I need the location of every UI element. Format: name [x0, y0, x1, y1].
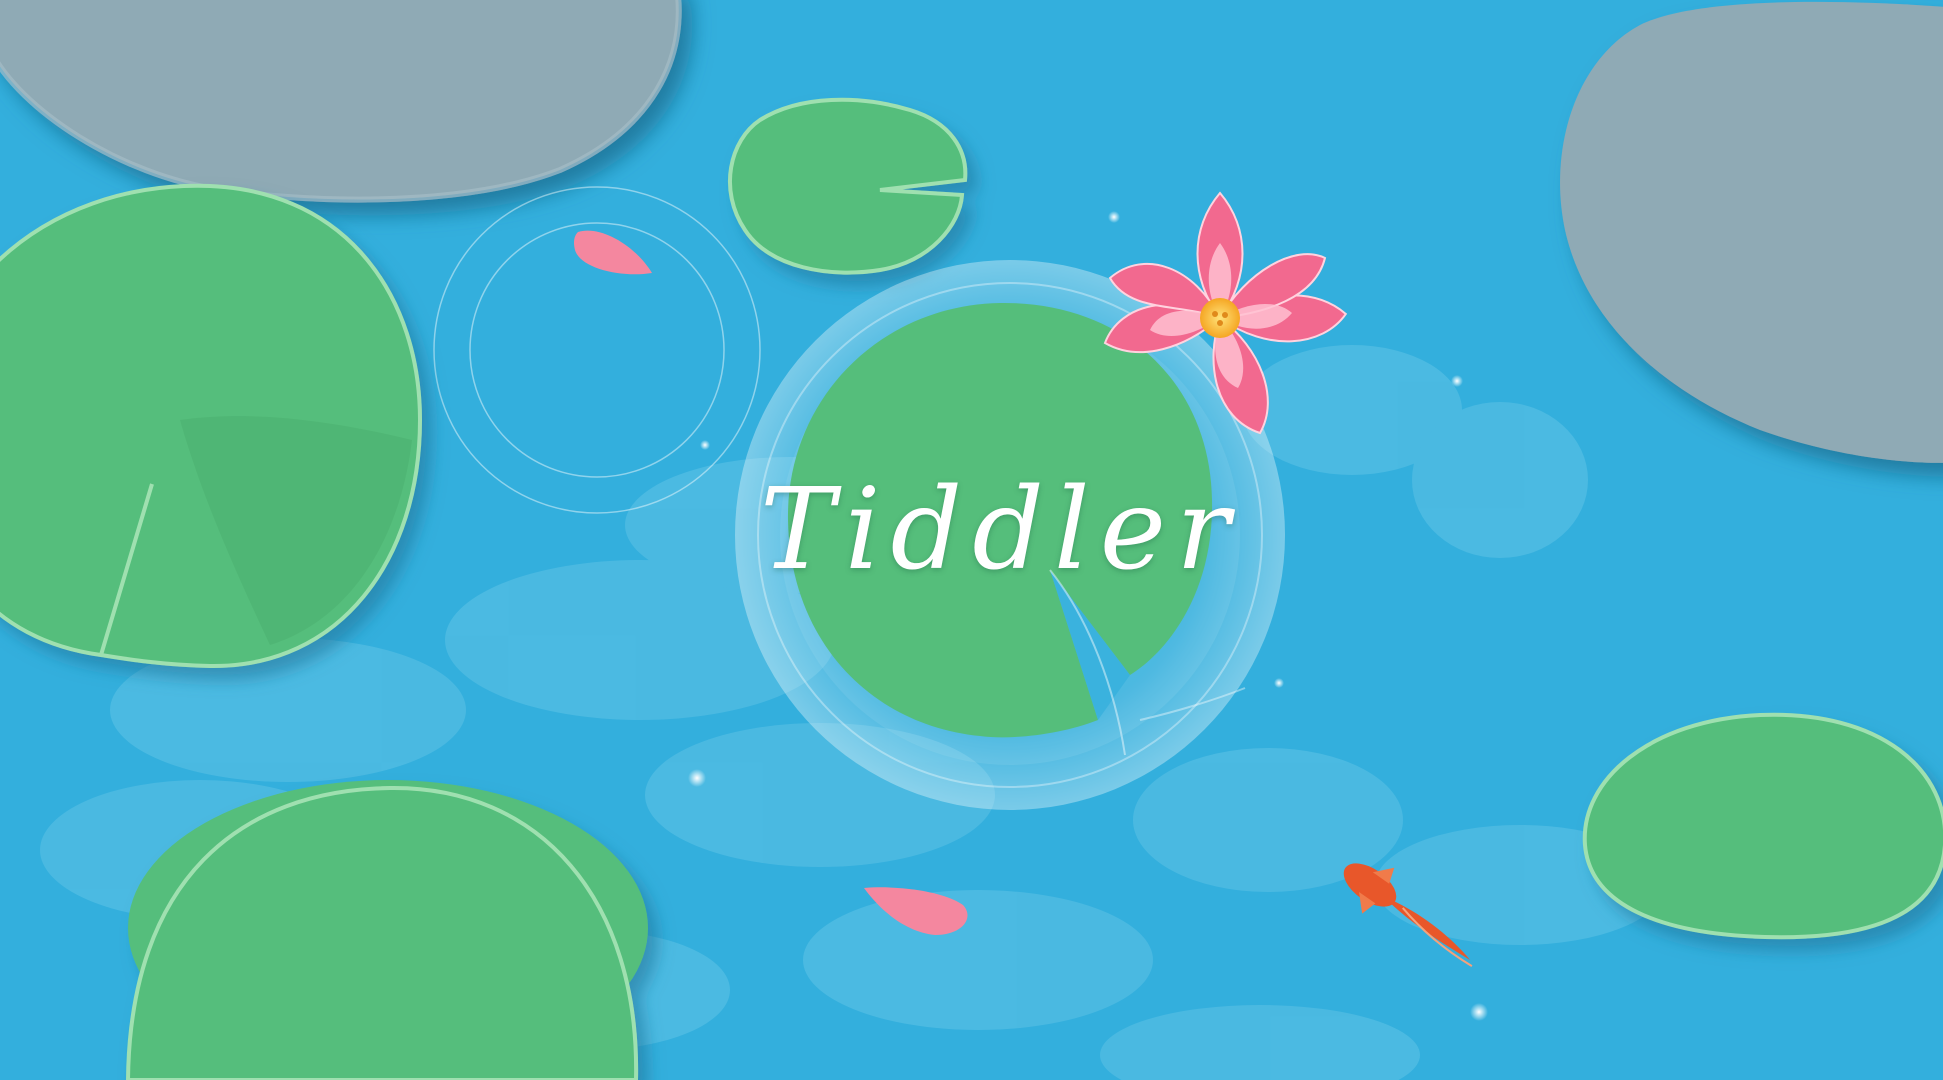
sparkle: [1108, 211, 1120, 223]
rock-top-right: [1560, 1, 1943, 463]
lily-pad-top: [728, 97, 968, 275]
sparkle: [1451, 375, 1463, 387]
water-shadow: [803, 890, 1153, 1030]
lotus-center: [1200, 298, 1240, 338]
lily-pad-right: [1582, 712, 1943, 940]
pond-scene: Tiddler: [0, 0, 1943, 1080]
game-title: Tiddler: [760, 465, 1240, 595]
water-shadow: [1412, 402, 1588, 558]
sparkle: [688, 769, 706, 787]
sparkle: [700, 440, 710, 450]
rock-top-left: [0, 0, 682, 203]
lily-pad-left: [0, 183, 423, 669]
floating-petal: [574, 230, 652, 275]
lily-pad-bottom-left: [125, 780, 648, 1080]
sparkle: [1274, 678, 1284, 688]
sparkle: [1470, 1003, 1488, 1021]
water-shadow: [1100, 1005, 1420, 1080]
